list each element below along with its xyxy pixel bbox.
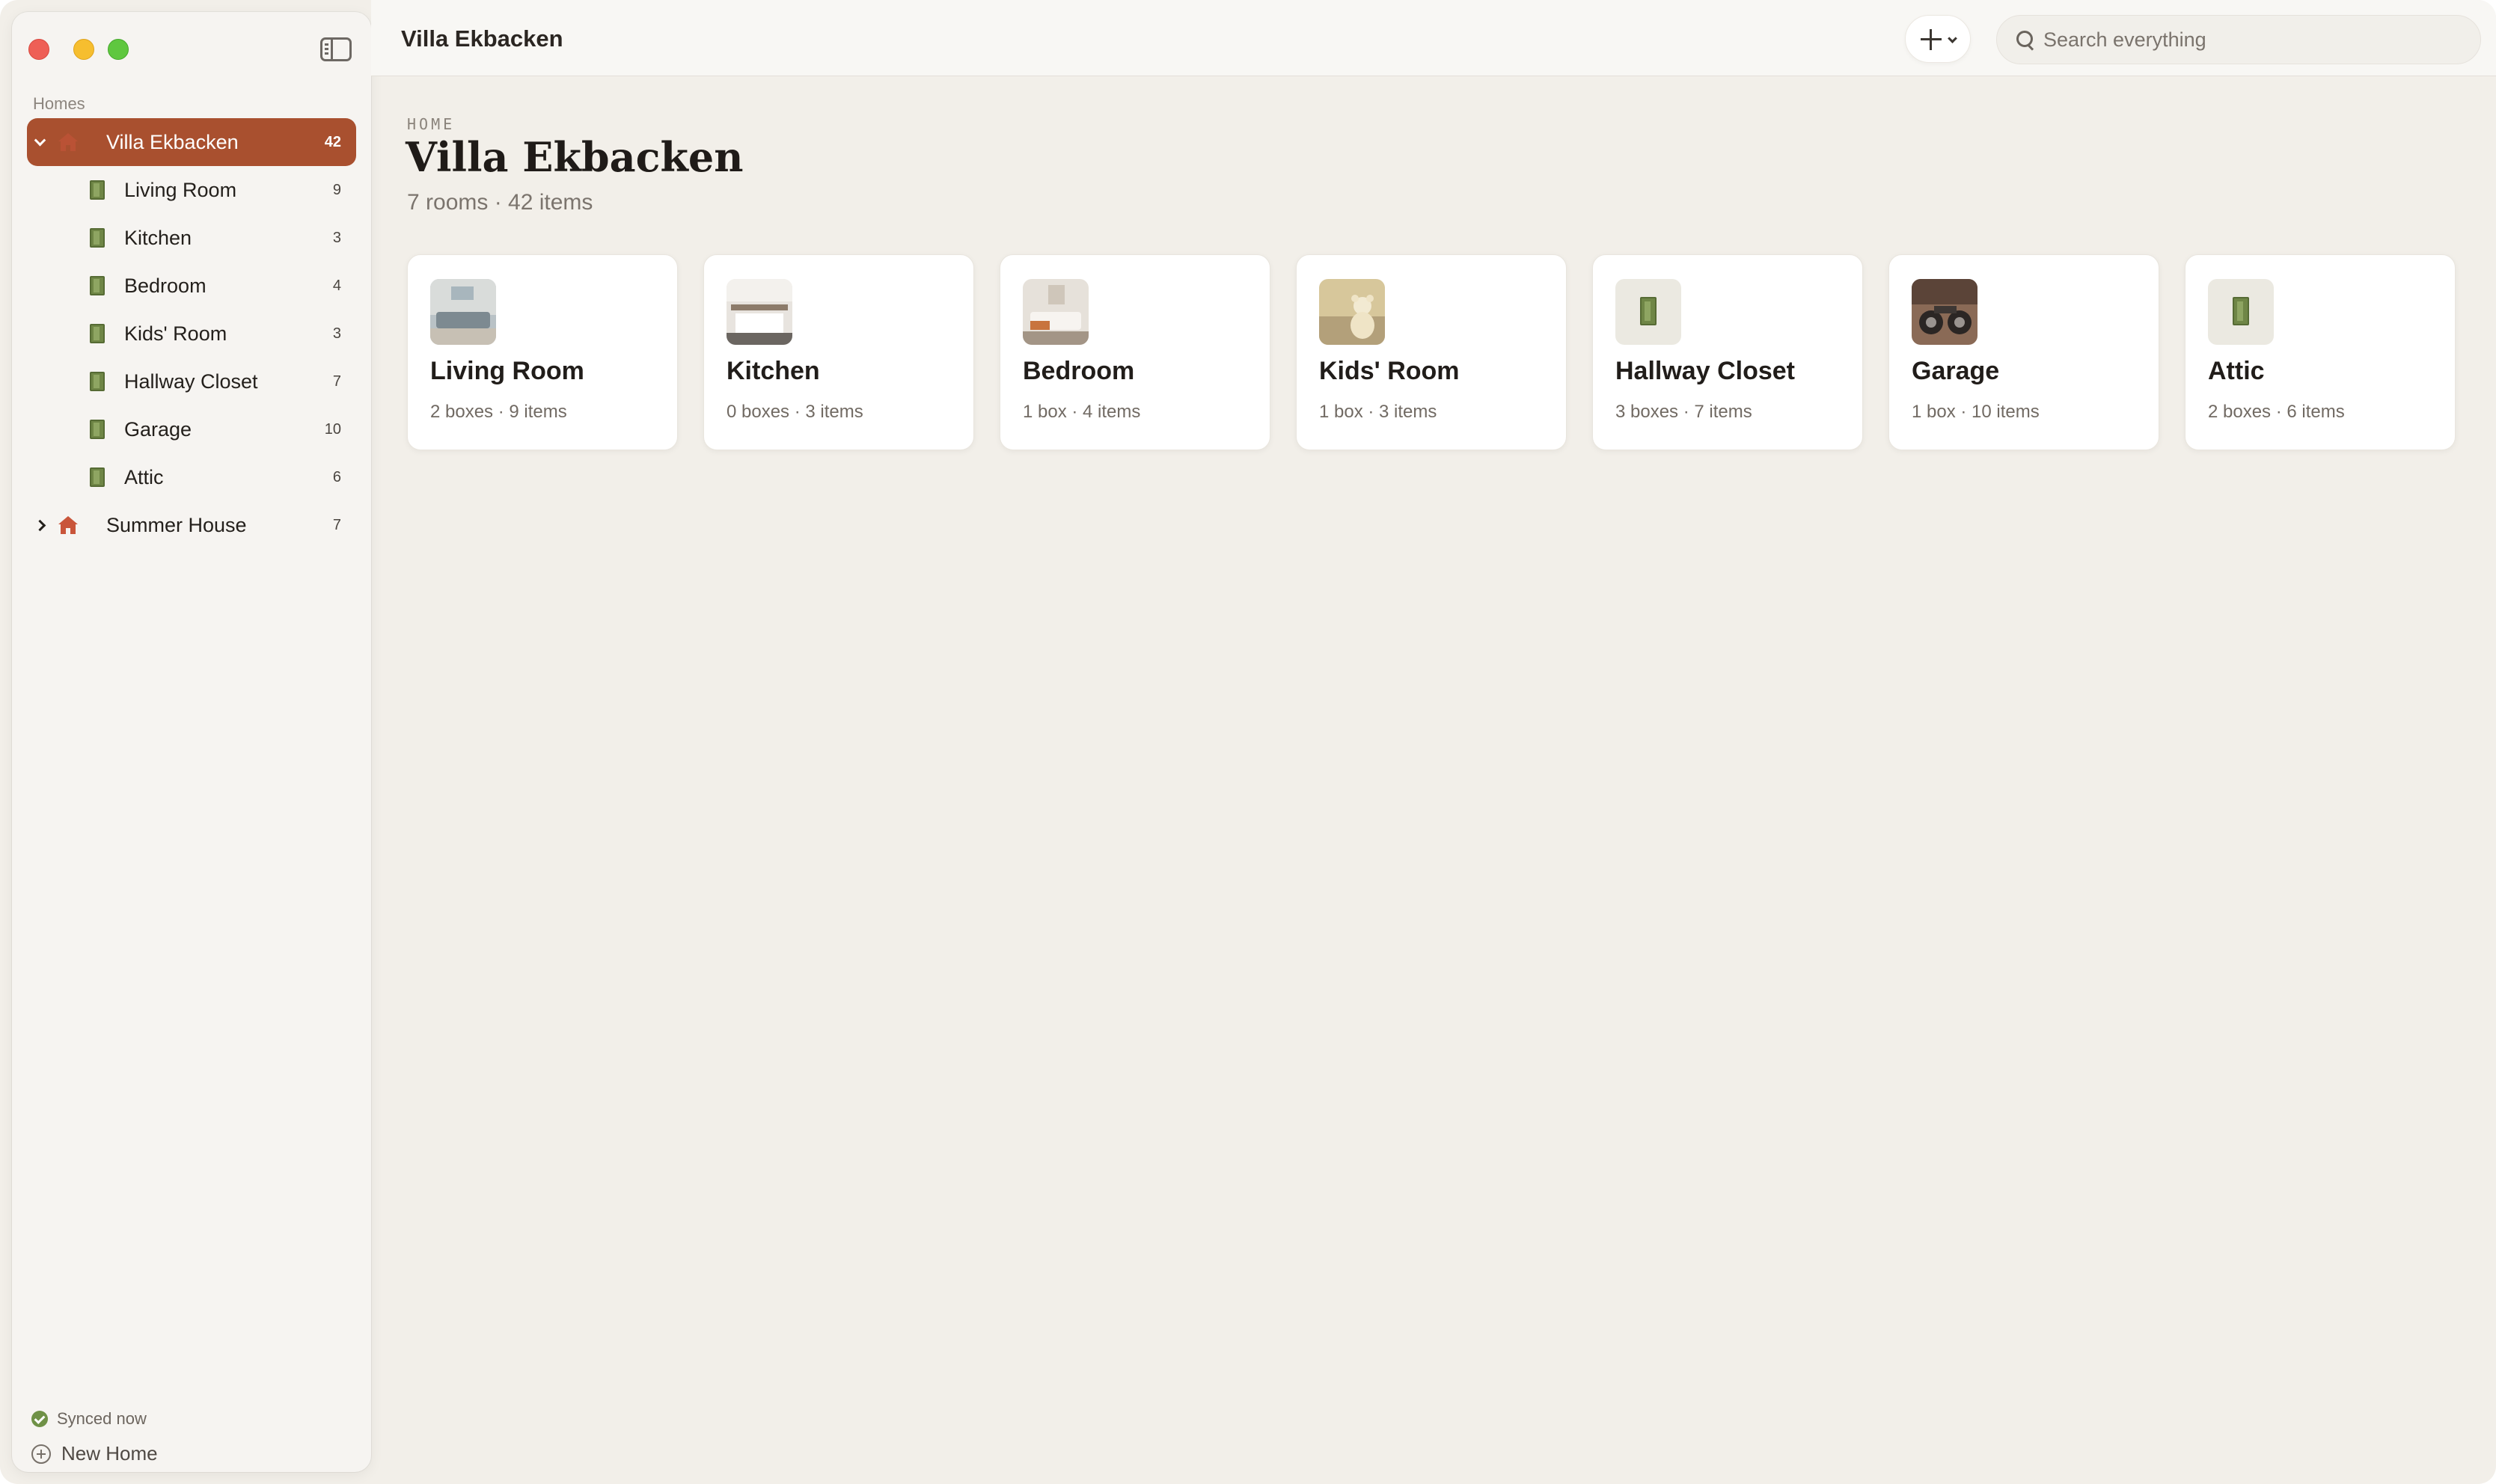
item-count-badge: 3 [332,229,341,246]
sidebar-room-kitchen[interactable]: Kitchen 3 [27,214,356,262]
room-card-meta: 1 box · 4 items [1023,402,1141,422]
toolbar: Villa Ekbacken [371,0,2496,76]
page-eyebrow: HOME [407,115,456,133]
sidebar-room-living-room[interactable]: Living Room 9 [27,166,356,214]
sidebar-home-label: Summer House [106,513,247,536]
room-photo-thumbnail [1023,279,1089,345]
sidebar-room-label: Living Room [124,178,237,201]
room-card-meta: 2 boxes · 6 items [2208,402,2345,422]
door-icon [90,180,105,200]
room-card-bedroom[interactable]: Bedroom 1 box · 4 items [1000,254,1270,450]
plus-icon [1921,29,1942,50]
door-icon [2233,297,2249,325]
sidebar-room-label: Bedroom [124,274,207,297]
main-content: HOME Villa Ekbacken 7 rooms · 42 items L… [371,76,2496,1484]
minimize-window-button[interactable] [73,39,94,60]
room-card-title: Kitchen [727,357,820,385]
room-card-garage[interactable]: Garage 1 box · 10 items [1888,254,2159,450]
door-icon [90,324,105,343]
sync-status-text: Synced now [57,1409,147,1428]
room-photo-thumbnail [430,279,496,345]
room-photo-thumbnail [1912,279,1977,345]
room-card-title: Kids' Room [1319,357,1460,385]
homes-tree: Villa Ekbacken 42 Living Room 9 Kitchen … [27,118,356,549]
house-icon [57,515,79,536]
item-count-badge: 9 [332,181,341,198]
room-card-meta: 2 boxes · 9 items [430,402,567,422]
room-placeholder-thumbnail [2208,279,2274,345]
zoom-window-button[interactable] [108,39,129,60]
room-card-meta: 0 boxes · 3 items [727,402,863,422]
item-count-badge: 10 [324,420,341,438]
room-photo-thumbnail [1319,279,1385,345]
door-icon [90,420,105,439]
sidebar-toggle-icon[interactable] [320,37,352,61]
sidebar-room-attic[interactable]: Attic 6 [27,453,356,501]
page-title: Villa Ekbacken [406,133,744,181]
item-count-badge: 4 [332,277,341,294]
plus-circle-icon [31,1444,51,1464]
room-card-living-room[interactable]: Living Room 2 boxes · 9 items [407,254,678,450]
room-card-attic[interactable]: Attic 2 boxes · 6 items [2185,254,2456,450]
new-home-button[interactable]: New Home [31,1442,158,1465]
room-card-meta: 1 box · 10 items [1912,402,2040,422]
search-icon [2016,31,2034,49]
sidebar-home-summer-house[interactable]: Summer House 7 [27,501,356,549]
sidebar-home-label: Villa Ekbacken [106,130,239,153]
room-card-meta: 3 boxes · 7 items [1615,402,1752,422]
sync-status: Synced now [31,1409,147,1429]
room-placeholder-thumbnail [1615,279,1681,345]
sidebar-room-garage[interactable]: Garage 10 [27,405,356,453]
app-window: Homes Villa Ekbacken 42 Living Room 9 Ki… [0,0,2496,1484]
door-icon [90,228,105,248]
sidebar-room-label: Attic [124,465,164,488]
item-count-badge: 7 [332,516,341,533]
page-subtitle: 7 rooms · 42 items [407,190,593,215]
chevron-right-icon[interactable] [33,518,46,532]
sidebar-home-villa-ekbacken[interactable]: Villa Ekbacken 42 [27,118,356,166]
room-card-title: Living Room [430,357,584,385]
sidebar-room-hallway-closet[interactable]: Hallway Closet 7 [27,358,356,405]
room-card-title: Bedroom [1023,357,1135,385]
room-card-title: Hallway Closet [1615,357,1795,385]
item-count-badge: 7 [332,372,341,390]
new-home-label: New Home [61,1442,158,1465]
chevron-down-icon[interactable] [33,134,46,149]
room-card-kitchen[interactable]: Kitchen 0 boxes · 3 items [703,254,974,450]
chevron-down-icon [1948,34,1957,43]
sidebar-room-label: Kids' Room [124,322,227,345]
door-icon [90,372,105,391]
sidebar-room-kids-room[interactable]: Kids' Room 3 [27,310,356,358]
door-icon [1640,297,1657,325]
room-card-title: Attic [2208,357,2265,385]
door-icon [90,276,105,295]
room-card-meta: 1 box · 3 items [1319,402,1437,422]
room-card-hallway-closet[interactable]: Hallway Closet 3 boxes · 7 items [1592,254,1863,450]
homes-section-label: Homes [33,94,85,113]
room-card-kids-room[interactable]: Kids' Room 1 box · 3 items [1296,254,1567,450]
room-photo-thumbnail [727,279,792,345]
door-icon [90,467,105,487]
item-count-badge: 6 [332,468,341,485]
close-window-button[interactable] [28,39,49,60]
window-title: Villa Ekbacken [401,25,563,52]
checkmark-circle-icon [31,1411,48,1427]
item-count-badge: 42 [324,133,341,150]
room-cards-grid: Living Room 2 boxes · 9 items Kitchen 0 … [407,254,2456,450]
sidebar-room-bedroom[interactable]: Bedroom 4 [27,262,356,310]
sidebar-room-label: Garage [124,417,192,441]
house-icon [57,132,79,153]
sidebar-room-label: Hallway Closet [124,370,258,393]
room-card-title: Garage [1912,357,2000,385]
search-field[interactable] [1996,15,2481,64]
sidebar-room-label: Kitchen [124,226,192,249]
item-count-badge: 3 [332,325,341,342]
add-menu-button[interactable] [1905,15,1971,63]
sidebar: Homes Villa Ekbacken 42 Living Room 9 Ki… [12,12,371,1472]
search-input[interactable] [2043,16,2462,64]
